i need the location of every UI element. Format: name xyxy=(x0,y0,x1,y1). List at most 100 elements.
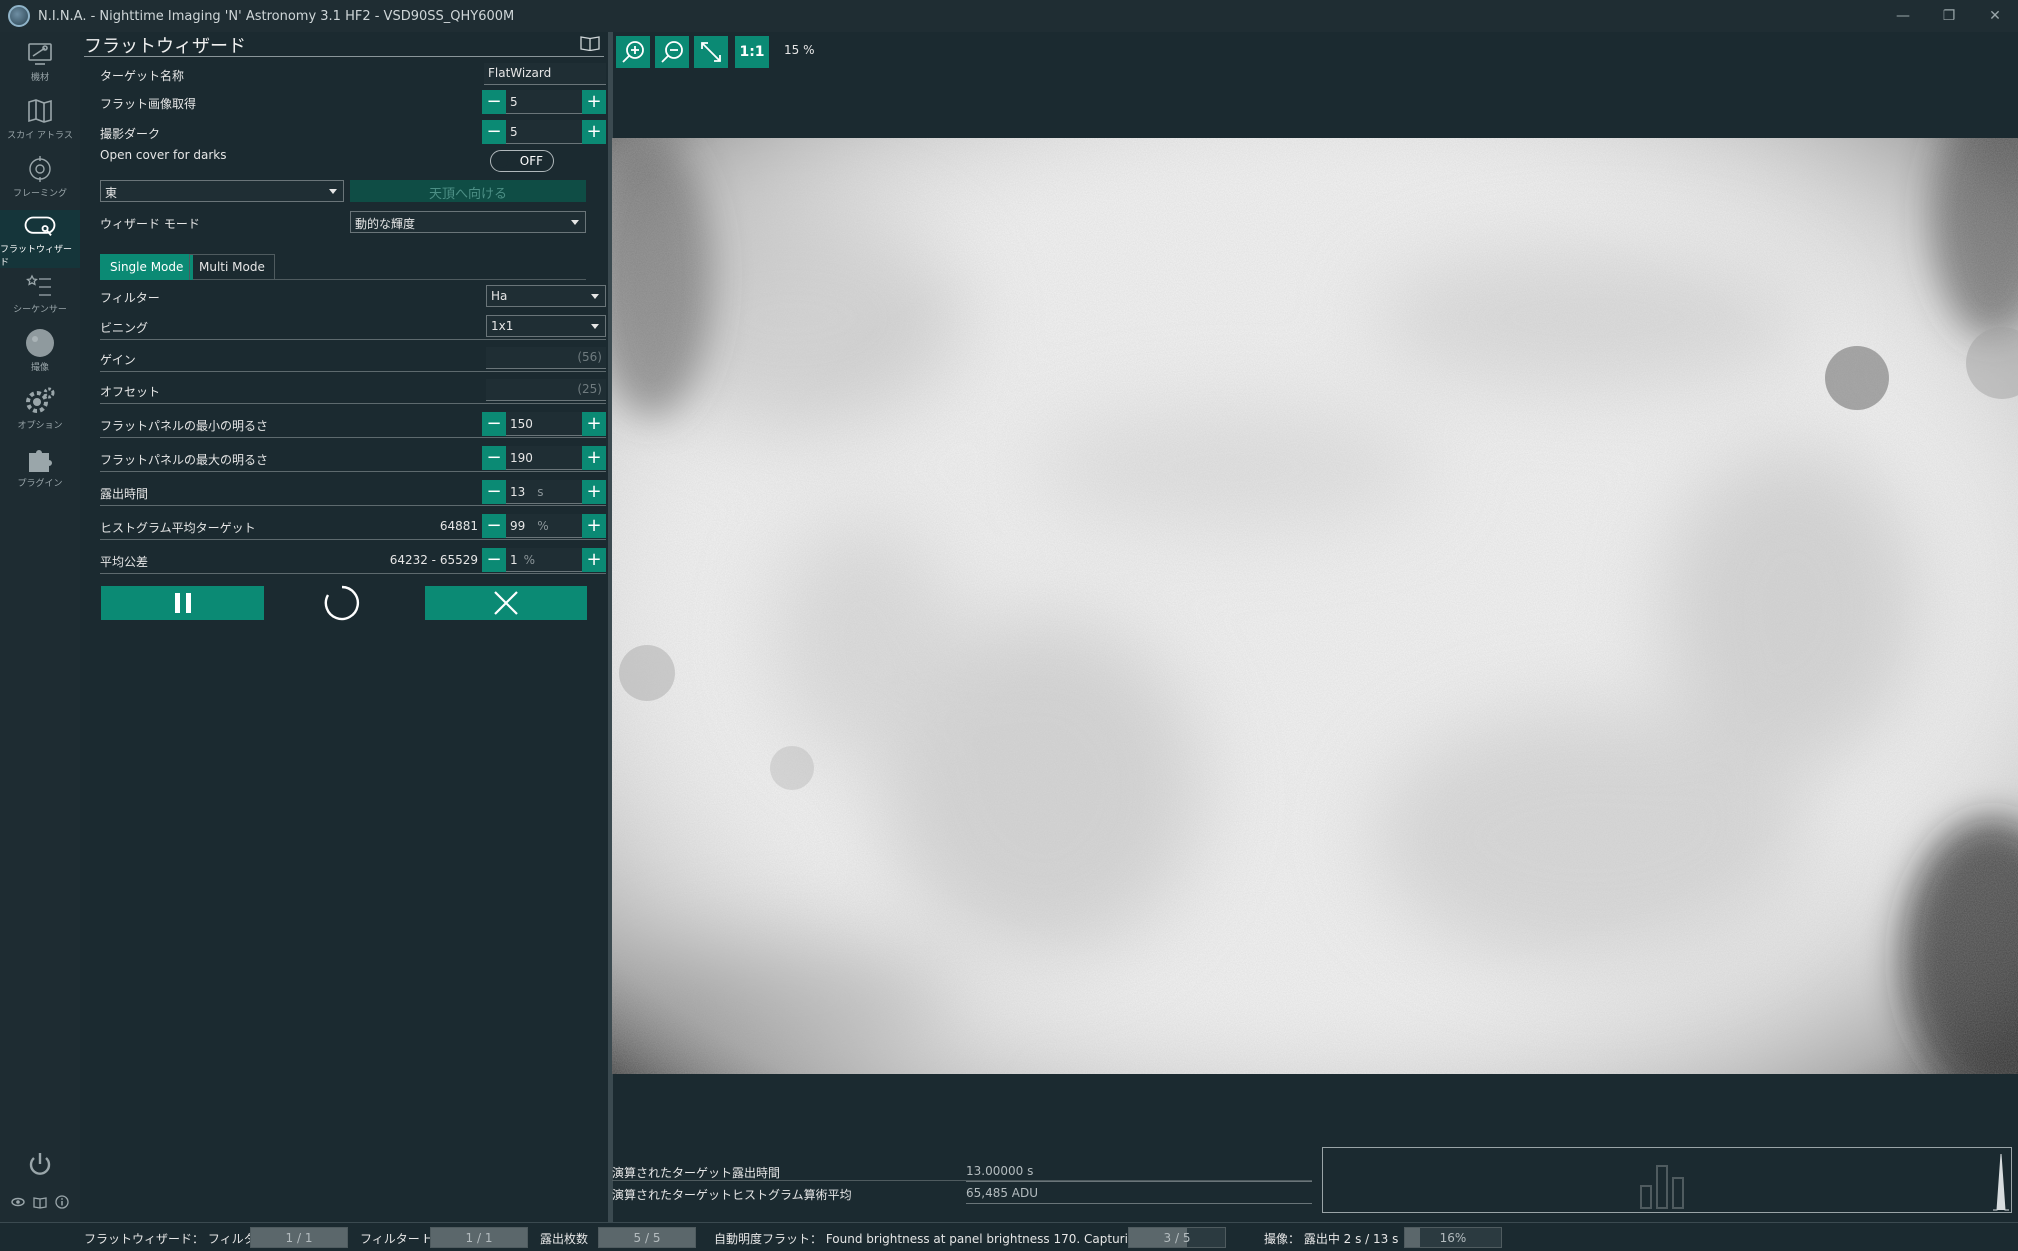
nav-options-label: オプション xyxy=(17,421,63,431)
histogram-target-increment[interactable]: + xyxy=(582,514,606,538)
maximize-button[interactable]: ❐ xyxy=(1926,0,1972,32)
tolerance-decrement[interactable]: − xyxy=(482,548,506,572)
nav-skyatlas[interactable]: スカイ アトラス xyxy=(0,94,80,152)
telescope-icon xyxy=(23,36,57,70)
stats-divider xyxy=(612,1180,1312,1181)
nav-skyatlas-label: スカイ アトラス xyxy=(7,131,73,141)
wizard-mode-label: ウィザード モード xyxy=(100,217,200,231)
chevron-down-icon xyxy=(591,294,599,299)
tab-single-mode[interactable]: Single Mode xyxy=(100,254,194,280)
nav-equipment[interactable]: 機材 xyxy=(0,36,80,94)
row-divider xyxy=(100,573,606,574)
title-divider xyxy=(84,56,604,57)
wizard-mode-select[interactable]: 動的な輝度 xyxy=(350,211,586,233)
gain-input[interactable]: (56) xyxy=(486,347,606,369)
direction-select[interactable]: 東 xyxy=(100,180,344,202)
offset-label: オフセット xyxy=(100,385,161,399)
dark-count-row: 撮影ダーク − 5 + xyxy=(100,118,606,146)
nav-flatwizard[interactable]: フラットウィザード xyxy=(0,210,80,268)
nav-options[interactable]: オプション xyxy=(0,384,80,442)
flat-frame-render xyxy=(612,138,2018,1074)
exposure-input[interactable]: 13 s xyxy=(506,480,582,504)
panel-max-increment[interactable]: + xyxy=(582,446,606,470)
flat-frame-image[interactable] xyxy=(612,138,2018,1074)
minimize-button[interactable]: — xyxy=(1880,0,1926,32)
gain-row: ゲイン (56) xyxy=(100,344,606,372)
status-filter-progress: 1 / 1 xyxy=(430,1227,528,1248)
target-name-row: ターゲット名称 FlatWizard xyxy=(100,60,606,88)
slew-zenith-button[interactable]: 天頂へ向ける xyxy=(350,180,586,202)
panel-min-stepper: − 150 + xyxy=(482,412,606,436)
close-icon xyxy=(494,591,518,615)
open-cover-row: Open cover for darks OFF xyxy=(100,144,606,172)
exposure-label: 露出時間 xyxy=(100,487,149,501)
nav-imaging[interactable]: 撮像 xyxy=(0,326,80,384)
zoom-one-to-one-button[interactable]: 1:1 xyxy=(735,36,769,68)
binning-value: 1x1 xyxy=(491,319,514,333)
tolerance-label: 平均公差 xyxy=(100,555,149,569)
zoom-fit-button[interactable] xyxy=(694,36,728,68)
power-button[interactable] xyxy=(0,1146,80,1182)
dark-count-increment[interactable]: + xyxy=(582,120,606,144)
panel-min-input[interactable]: 150 xyxy=(506,412,582,436)
zoom-out-icon xyxy=(661,41,683,63)
tolerance-stepper: − 1% + xyxy=(482,548,606,572)
stat-target-exposure: 演算されたターゲット露出時間 13.00000 s xyxy=(612,1160,1312,1182)
open-cover-toggle[interactable]: OFF xyxy=(490,150,554,172)
flat-count-decrement[interactable]: − xyxy=(482,90,506,114)
exposure-value: 13 xyxy=(510,485,526,499)
flat-wizard-icon xyxy=(23,210,57,242)
panel-max-decrement[interactable]: − xyxy=(482,446,506,470)
zoom-in-button[interactable] xyxy=(616,36,650,68)
exposure-increment[interactable]: + xyxy=(582,480,606,504)
histogram-target-input[interactable]: 99% xyxy=(506,514,582,538)
filter-row: フィルター Ha xyxy=(100,282,606,310)
histogram-target-adu: 64881 xyxy=(439,519,478,533)
filter-select[interactable]: Ha xyxy=(486,285,606,307)
dark-count-decrement[interactable]: − xyxy=(482,120,506,144)
filter-value: Ha xyxy=(491,289,508,303)
panel-max-input[interactable]: 190 xyxy=(506,446,582,470)
offset-input[interactable]: (25) xyxy=(486,379,606,401)
target-name-input[interactable]: FlatWizard xyxy=(484,63,606,85)
tolerance-input[interactable]: 1% xyxy=(506,548,582,572)
histogram-target-unit: % xyxy=(537,519,549,533)
histogram-chart xyxy=(1640,1153,2009,1211)
info-icon[interactable] xyxy=(55,1195,69,1209)
stat-target-exposure-value: 13.00000 s xyxy=(966,1164,1034,1178)
histogram-target-label: ヒストグラム平均ターゲット xyxy=(100,521,256,535)
nav-sequencer[interactable]: シーケンサー xyxy=(0,268,80,326)
dark-count-input[interactable]: 5 xyxy=(506,120,582,144)
binning-select[interactable]: 1x1 xyxy=(486,315,606,337)
panel-min-decrement[interactable]: − xyxy=(482,412,506,436)
zoom-out-button[interactable] xyxy=(655,36,689,68)
stat-histogram-mean-value: 65,485 ADU xyxy=(966,1186,1039,1200)
panel-max-row: フラットパネルの最大の明るさ − 190 + xyxy=(100,444,606,472)
panel-min-increment[interactable]: + xyxy=(582,412,606,436)
nav-plugins[interactable]: プラグイン xyxy=(0,442,80,500)
flat-count-increment[interactable]: + xyxy=(582,90,606,114)
busy-spinner-icon xyxy=(323,584,361,622)
tab-multi-mode[interactable]: Multi Mode xyxy=(189,254,275,280)
pause-button[interactable] xyxy=(101,586,264,620)
status-imaging-progress-fill xyxy=(1405,1228,1421,1247)
eye-icon[interactable] xyxy=(11,1195,25,1209)
row-divider xyxy=(100,539,606,540)
tolerance-increment[interactable]: + xyxy=(582,548,606,572)
open-manual-icon[interactable] xyxy=(580,35,600,55)
exposure-unit: s xyxy=(537,485,544,499)
status-wizard-progress-text: 1 / 1 xyxy=(285,1231,313,1245)
manual-book-icon[interactable] xyxy=(33,1195,47,1209)
cancel-button[interactable] xyxy=(425,586,587,620)
histogram-target-decrement[interactable]: − xyxy=(482,514,506,538)
open-cover-label: Open cover for darks xyxy=(100,148,227,162)
wizard-mode-value: 動的な輝度 xyxy=(355,217,416,231)
page-title: フラットウィザード xyxy=(84,36,246,57)
exposure-decrement[interactable]: − xyxy=(482,480,506,504)
panel-min-row: フラットパネルの最小の明るさ − 150 + xyxy=(100,410,606,438)
nav-sequencer-label: シーケンサー xyxy=(13,305,67,315)
flat-count-input[interactable]: 5 xyxy=(506,90,582,114)
close-window-button[interactable]: ✕ xyxy=(1972,0,2018,32)
nav-framing[interactable]: フレーミング xyxy=(0,152,80,210)
status-bar: フラットウィザード： フィルター: Ha 1 / 1 フィルター Ha 1 / … xyxy=(0,1222,2018,1251)
